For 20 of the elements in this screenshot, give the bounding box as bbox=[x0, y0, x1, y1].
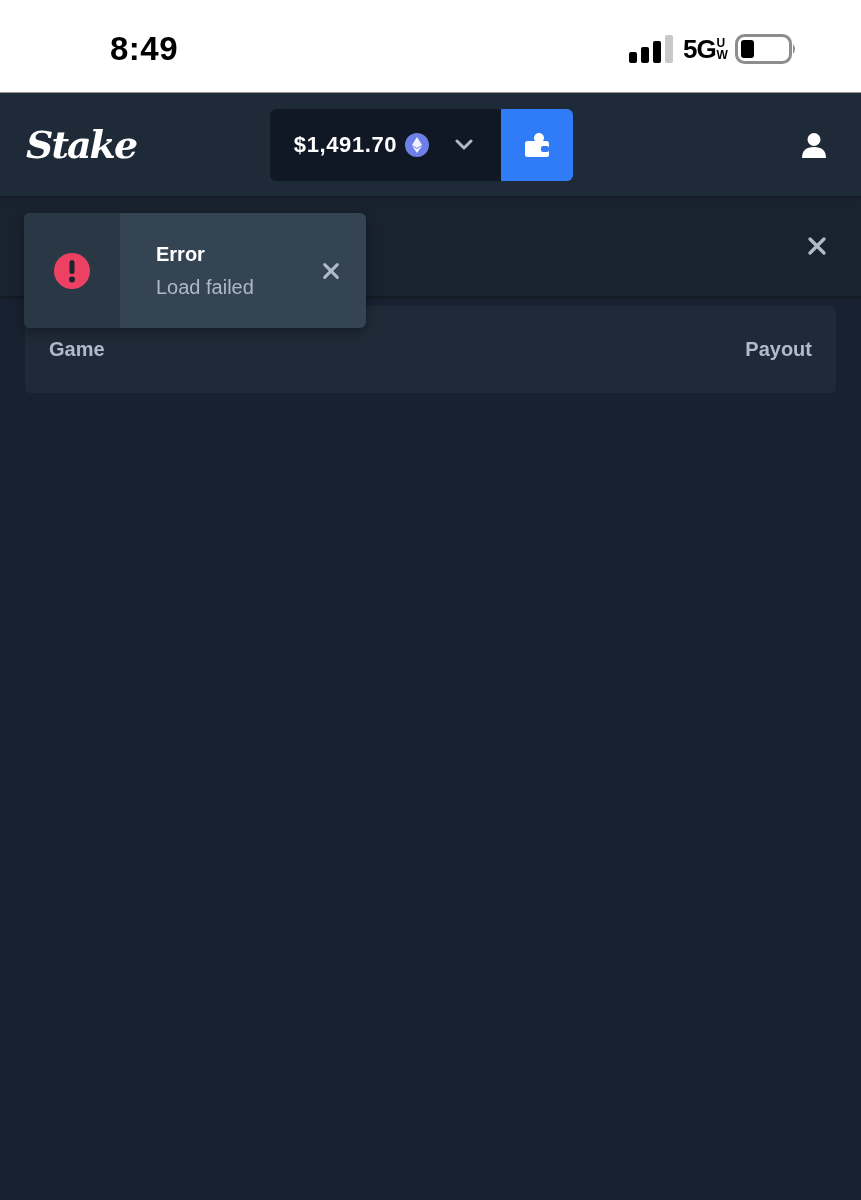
column-header: Game bbox=[49, 338, 105, 361]
column-header: Payout bbox=[745, 338, 812, 361]
user-button[interactable] bbox=[801, 131, 827, 158]
signal-icon bbox=[628, 35, 673, 63]
toast-message: Load failed bbox=[156, 275, 254, 299]
toast-title: Error bbox=[156, 242, 206, 266]
chevron-down-icon bbox=[455, 138, 474, 151]
balance-selector[interactable]: $1,491.70 bbox=[269, 108, 502, 181]
network-label: 5G bbox=[682, 33, 716, 65]
ethereum-icon bbox=[405, 132, 430, 157]
wallet-icon bbox=[524, 131, 551, 158]
toast-close-button[interactable] bbox=[322, 261, 340, 280]
close-icon bbox=[322, 261, 340, 280]
close-icon bbox=[807, 236, 827, 256]
wallet-button[interactable] bbox=[501, 108, 574, 181]
battery-icon bbox=[735, 34, 797, 64]
user-icon bbox=[801, 131, 827, 158]
logo[interactable]: Stake bbox=[26, 122, 137, 167]
status-time: 8:49 bbox=[110, 30, 179, 68]
close-button[interactable] bbox=[807, 236, 827, 256]
